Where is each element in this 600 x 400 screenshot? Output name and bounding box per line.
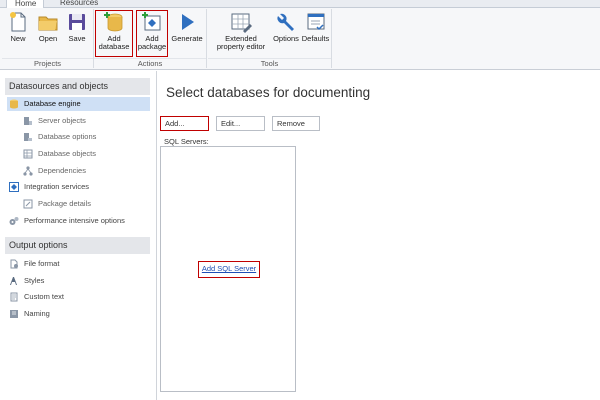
new-button[interactable]: New	[6, 11, 30, 43]
add-package-button[interactable]: Add package	[136, 10, 168, 57]
sidebar-item-styles[interactable]: Styles	[9, 274, 148, 288]
sidebar-item-database-engine[interactable]: Database engine	[7, 97, 150, 111]
options-label: Options	[273, 34, 299, 43]
sidebar-item-database-objects[interactable]: Database objects	[23, 147, 148, 161]
custom-text-icon	[10, 292, 18, 302]
sidebar-item-server-objects[interactable]: Server objects	[23, 114, 148, 128]
defaults-button[interactable]: Defaults	[301, 11, 330, 43]
sidebar-item-label: File format	[24, 259, 60, 268]
dependencies-icon	[23, 166, 33, 176]
grid-edit-icon	[231, 13, 252, 33]
sidebar-item-file-format[interactable]: File format	[9, 257, 148, 271]
server-objects-icon	[24, 117, 32, 125]
database-objects-icon	[23, 149, 33, 159]
actions-group-label: Actions	[94, 58, 206, 68]
save-icon	[69, 14, 85, 30]
sidebar-item-label: Performance intensive options	[24, 216, 125, 225]
projects-group: New Open Save Projects	[2, 9, 94, 68]
ribbon-tab-strip: Home Resources	[0, 0, 600, 8]
integration-services-icon	[9, 182, 19, 192]
ribbon: New Open Save Projects Add database Add …	[0, 8, 600, 70]
database-options-icon	[24, 133, 32, 141]
performance-icon	[9, 217, 19, 225]
open-label: Open	[38, 34, 58, 43]
save-button[interactable]: Save	[65, 11, 89, 43]
sidebar-item-label: Database objects	[38, 149, 96, 158]
sidebar-item-database-options[interactable]: Database options	[23, 130, 148, 144]
tools-group-label: Tools	[208, 58, 331, 68]
sidebar-item-label: Database engine	[24, 99, 81, 108]
ext-prop-label-2: property editor	[216, 42, 266, 51]
options-button[interactable]: Options	[272, 11, 300, 43]
page-title: Select databases for documenting	[166, 85, 371, 100]
open-folder-icon	[38, 16, 58, 31]
sidebar-item-performance-intensive-options[interactable]: Performance intensive options	[9, 214, 154, 228]
sidebar-item-label: Server objects	[38, 116, 86, 125]
wrench-icon	[277, 13, 294, 31]
generate-label: Generate	[171, 34, 203, 43]
section-header-output-options: Output options	[5, 237, 150, 254]
open-button[interactable]: Open	[35, 11, 61, 43]
sidebar-item-package-details[interactable]: Package details	[23, 197, 148, 211]
defaults-label: Defaults	[301, 34, 330, 43]
sidebar-item-label: Custom text	[24, 292, 65, 301]
defaults-checklist-icon	[307, 13, 324, 31]
package-details-icon	[23, 199, 33, 209]
tools-group: Extended property editor Options Default…	[208, 9, 332, 68]
extended-property-editor-button[interactable]: Extended property editor	[210, 11, 272, 51]
add-sql-server-link-box[interactable]: Add SQL Server	[198, 261, 260, 278]
actions-group: Add database Add package Generate Action…	[94, 9, 207, 68]
tab-home[interactable]: Home	[6, 0, 44, 8]
sidebar-item-integration-services[interactable]: Integration services	[9, 180, 148, 194]
add-database-label-2: database	[98, 42, 130, 51]
section-header-datasources: Datasources and objects	[5, 78, 150, 95]
add-button[interactable]: Add...	[160, 116, 209, 131]
edit-button[interactable]: Edit...	[216, 116, 265, 131]
add-sql-server-link[interactable]: Add SQL Server	[202, 264, 256, 273]
tab-resources[interactable]: Resources	[52, 0, 98, 8]
add-database-button[interactable]: Add database	[95, 10, 133, 57]
sidebar-item-label: Naming	[24, 309, 50, 318]
new-label: New	[10, 34, 26, 43]
naming-icon	[10, 310, 18, 318]
sidebar-item-label: Integration services	[24, 182, 90, 191]
sidebar-item-custom-text[interactable]: Custom text	[9, 290, 148, 304]
remove-button[interactable]: Remove	[272, 116, 320, 131]
play-icon	[182, 14, 194, 30]
add-package-label-2: package	[137, 42, 167, 51]
sidebar-item-label: Package details	[38, 199, 91, 208]
new-file-icon	[10, 12, 26, 32]
sidebar-item-label: Dependencies	[38, 166, 86, 175]
projects-group-label: Projects	[2, 58, 93, 68]
sql-servers-label: SQL Servers:	[164, 137, 209, 146]
database-icon	[10, 99, 18, 109]
file-format-icon	[10, 259, 18, 269]
add-package-icon	[142, 12, 161, 31]
generate-button[interactable]: Generate	[171, 11, 203, 43]
add-database-icon	[104, 12, 123, 32]
sidebar-item-label: Styles	[24, 276, 45, 285]
sidebar-item-dependencies[interactable]: Dependencies	[23, 164, 148, 178]
sidebar-item-label: Database options	[38, 132, 97, 141]
styles-icon	[10, 277, 17, 285]
sidebar-item-naming[interactable]: Naming	[9, 307, 148, 321]
save-label: Save	[68, 34, 86, 43]
